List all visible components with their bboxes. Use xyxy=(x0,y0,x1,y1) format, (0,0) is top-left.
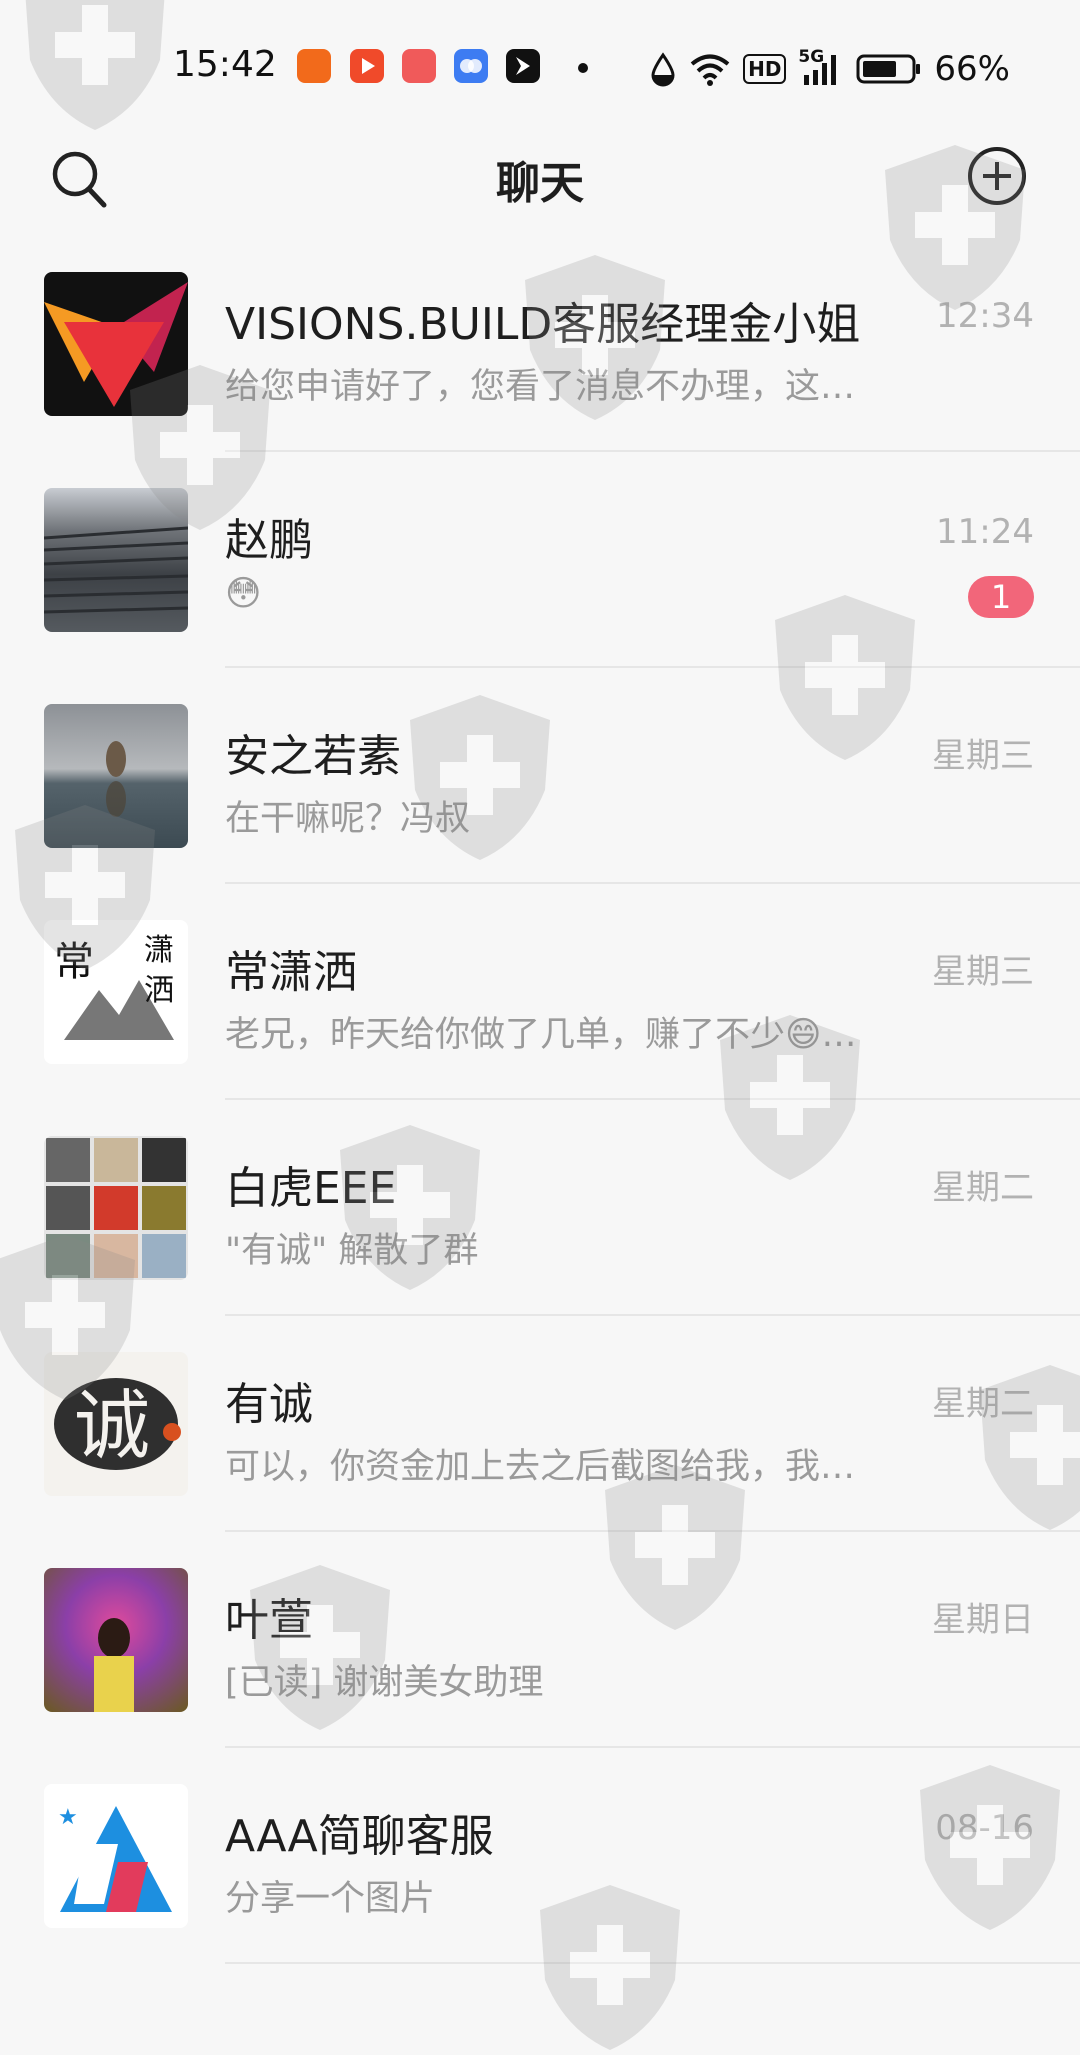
chat-row[interactable]: 白虎EEE 星期二 "有诚" 解散了群 xyxy=(0,1100,1080,1316)
chat-name: 安之若素 xyxy=(225,731,401,782)
app-icon-4 xyxy=(506,49,540,83)
notification-dot xyxy=(578,63,588,73)
chat-time: 星期日 xyxy=(932,1600,1034,1640)
chat-name: AAA简聊客服 xyxy=(225,1811,494,1862)
status-right: HD 5G 66% xyxy=(649,44,1010,94)
wifi-icon xyxy=(690,54,730,86)
status-time: 15:42 xyxy=(173,44,277,85)
signal-icon: 5G xyxy=(798,47,844,87)
chat-row[interactable]: 安之若素 星期三 在干嘛呢？冯叔 xyxy=(0,668,1080,884)
chat-row[interactable]: 赵鹏 11:24 😳 1 xyxy=(0,452,1080,668)
avatar[interactable]: 常 潇 洒 xyxy=(44,920,188,1064)
chat-name: 赵鹏 xyxy=(225,515,313,566)
chat-name: 有诚 xyxy=(225,1379,313,1430)
chat-list: VISIONS.BUILD客服经理金小姐 12:34 给您申请好了，您看了消息不… xyxy=(0,236,1080,1964)
chat-preview: [已读] 谢谢美女助理 xyxy=(225,1663,544,1703)
hd-badge: HD xyxy=(743,54,787,84)
status-bar: 15:42 HD 5G 66% xyxy=(0,0,1080,135)
chat-preview: 老兄，昨天给你做了几单，赚了不少😄… xyxy=(225,1015,857,1055)
app-icon-video xyxy=(350,49,384,83)
chat-name: 白虎EEE xyxy=(225,1163,397,1214)
avatar[interactable] xyxy=(44,704,188,848)
chat-preview: 😳 xyxy=(225,574,262,614)
chat-name: 常潇洒 xyxy=(225,947,357,998)
app-header: 聊天 xyxy=(0,135,1080,235)
divider xyxy=(225,1962,1080,1964)
chat-preview: 在干嘛呢？冯叔 xyxy=(225,799,471,839)
avatar-glyph: 常 xyxy=(54,939,94,985)
battery-percent: 66% xyxy=(934,49,1010,89)
chat-time: 08-16 xyxy=(935,1808,1034,1848)
chat-time: 星期三 xyxy=(932,952,1034,992)
chat-row[interactable]: 常 潇 洒 常潇洒 星期三 老兄，昨天给你做了几单，赚了不少😄… xyxy=(0,884,1080,1100)
chat-name: 叶萱 xyxy=(225,1595,313,1646)
avatar[interactable] xyxy=(44,1568,188,1712)
battery-icon xyxy=(856,54,921,84)
chat-preview: "有诚" 解散了群 xyxy=(225,1231,479,1271)
chat-row[interactable]: 诚 有诚 星期二 可以，你资金加上去之后截图给我，我… xyxy=(0,1316,1080,1532)
chat-row[interactable]: 叶萱 星期日 [已读] 谢谢美女助理 xyxy=(0,1532,1080,1748)
avatar-glyph: 诚 xyxy=(74,1381,150,1470)
avatar[interactable]: ★ xyxy=(44,1784,188,1928)
svg-text:★: ★ xyxy=(58,1805,78,1830)
avatar[interactable]: 诚 xyxy=(44,1352,188,1496)
plus-circle-icon[interactable] xyxy=(966,145,1028,207)
avatar[interactable] xyxy=(44,1136,188,1280)
app-icon-3 xyxy=(454,49,488,83)
chat-preview: 给您申请好了，您看了消息不办理，这… xyxy=(225,367,856,407)
chat-time: 12:34 xyxy=(936,296,1034,336)
app-icon-2 xyxy=(402,49,436,83)
avatar[interactable] xyxy=(44,272,188,416)
chat-name: VISIONS.BUILD客服经理金小姐 xyxy=(225,299,861,350)
drop-icon xyxy=(651,52,675,87)
chat-row[interactable]: ★ AAA简聊客服 08-16 分享一个图片 xyxy=(0,1748,1080,1964)
avatar[interactable] xyxy=(44,488,188,632)
app-icon-1 xyxy=(297,49,331,83)
avatar-glyph: 潇 xyxy=(144,933,174,968)
chat-row[interactable]: VISIONS.BUILD客服经理金小姐 12:34 给您申请好了，您看了消息不… xyxy=(0,236,1080,452)
avatar-glyph: 洒 xyxy=(144,973,174,1008)
chat-time: 星期二 xyxy=(932,1168,1034,1208)
chat-time: 星期二 xyxy=(932,1384,1034,1424)
chat-time: 11:24 xyxy=(936,512,1034,552)
unread-badge: 1 xyxy=(968,576,1034,618)
chat-preview: 分享一个图片 xyxy=(225,1879,436,1919)
page-title: 聊天 xyxy=(496,158,584,209)
chat-preview: 可以，你资金加上去之后截图给我，我… xyxy=(225,1447,856,1487)
chat-time: 星期三 xyxy=(932,736,1034,776)
